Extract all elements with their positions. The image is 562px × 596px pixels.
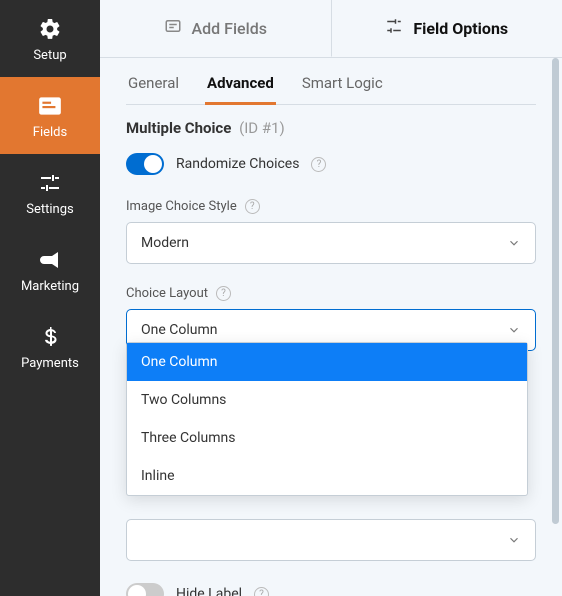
help-icon[interactable]: ? <box>245 199 260 214</box>
dropdown-option[interactable]: Inline <box>127 457 527 495</box>
form-icon <box>37 93 63 119</box>
select-value: One Column <box>141 322 218 338</box>
help-icon[interactable]: ? <box>216 286 231 301</box>
randomize-label: Randomize Choices <box>176 156 299 172</box>
randomize-choices-row: Randomize Choices ? <box>126 153 536 175</box>
chevron-down-icon <box>507 533 521 547</box>
tab-add-fields[interactable]: Add Fields <box>100 0 331 57</box>
bullhorn-icon <box>37 247 63 273</box>
field-options-content: General Advanced Smart Logic Multiple Ch… <box>100 58 562 596</box>
sub-tab-general[interactable]: General <box>126 74 181 105</box>
sub-tab-advanced[interactable]: Advanced <box>205 74 276 105</box>
choice-layout-dropdown: One Column Two Columns Three Columns Inl… <box>126 342 528 496</box>
field-id: (ID #1) <box>239 119 285 137</box>
hide-label-row: Hide Label ? <box>126 583 536 596</box>
hidden-select-behind-dropdown[interactable] <box>126 519 536 561</box>
main-panel: Add Fields Field Options General Advance… <box>100 0 562 596</box>
sliders-icon <box>37 170 63 196</box>
chevron-down-icon <box>507 323 521 337</box>
sidebar: Setup Fields Settings Marketing Payments <box>0 0 100 596</box>
top-tabs: Add Fields Field Options <box>100 0 562 58</box>
tab-label: Add Fields <box>192 19 267 38</box>
dollar-icon <box>37 324 63 350</box>
sidebar-item-payments[interactable]: Payments <box>0 308 100 385</box>
toggle-knob <box>144 155 162 173</box>
image-choice-style-group: Image Choice Style ? Modern <box>126 199 536 264</box>
dropdown-option[interactable]: Two Columns <box>127 381 527 419</box>
help-icon[interactable]: ? <box>254 587 269 596</box>
sidebar-item-marketing[interactable]: Marketing <box>0 231 100 308</box>
add-fields-icon <box>164 17 182 39</box>
dropdown-option[interactable]: One Column <box>127 343 527 381</box>
sidebar-item-settings[interactable]: Settings <box>0 154 100 231</box>
sidebar-item-label: Settings <box>26 202 73 217</box>
sidebar-item-label: Marketing <box>21 279 79 294</box>
sidebar-item-fields[interactable]: Fields <box>0 77 100 154</box>
help-icon[interactable]: ? <box>311 157 326 172</box>
sidebar-item-setup[interactable]: Setup <box>0 0 100 77</box>
image-choice-style-label: Image Choice Style <box>126 199 237 214</box>
choice-layout-label: Choice Layout <box>126 286 208 301</box>
sidebar-item-label: Fields <box>33 125 67 140</box>
tab-field-options[interactable]: Field Options <box>331 0 562 57</box>
sidebar-item-label: Payments <box>21 356 79 371</box>
sliders-icon <box>385 17 403 39</box>
sidebar-item-label: Setup <box>33 48 66 63</box>
hide-label-label: Hide Label <box>176 586 242 596</box>
sub-tab-smart-logic[interactable]: Smart Logic <box>300 74 385 105</box>
randomize-toggle[interactable] <box>126 153 164 175</box>
field-type-title: Multiple Choice <box>126 119 231 137</box>
hide-label-toggle[interactable] <box>126 583 164 596</box>
field-heading: Multiple Choice (ID #1) <box>126 119 536 137</box>
image-choice-style-select[interactable]: Modern <box>126 222 536 264</box>
dropdown-option[interactable]: Three Columns <box>127 419 527 457</box>
chevron-down-icon <box>507 236 521 250</box>
sub-tabs: General Advanced Smart Logic <box>126 58 536 105</box>
tab-label: Field Options <box>413 19 508 38</box>
toggle-knob <box>128 585 146 596</box>
gear-icon <box>37 16 63 42</box>
select-value: Modern <box>141 235 189 251</box>
